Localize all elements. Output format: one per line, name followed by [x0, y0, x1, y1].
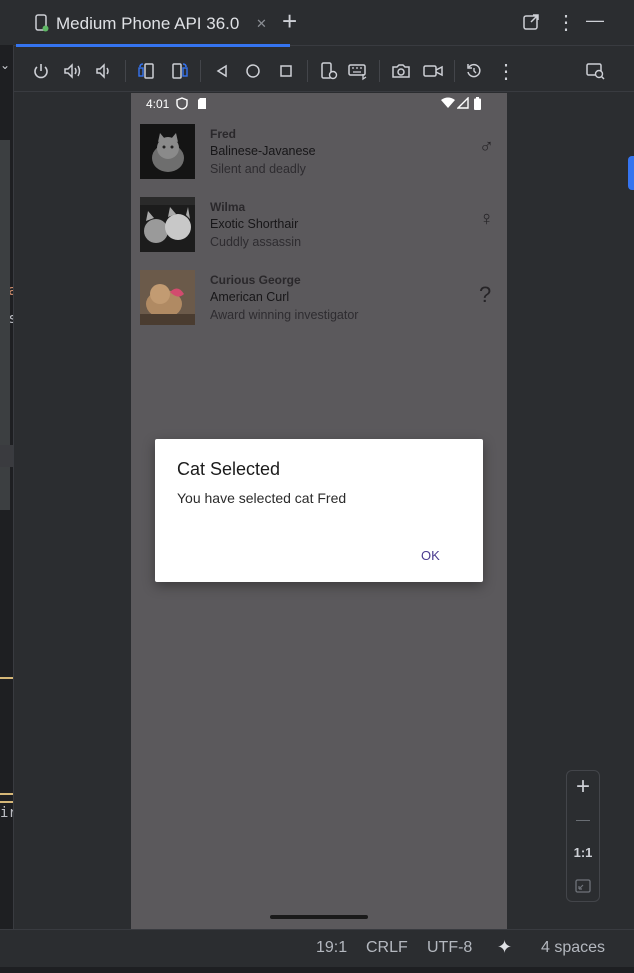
- cat-description: Award winning investigator: [210, 308, 359, 322]
- indent-setting[interactable]: 4 spaces: [541, 939, 605, 957]
- editor-marker: [0, 793, 13, 795]
- toolbar-separator: [454, 60, 455, 82]
- cat-photo: [140, 124, 195, 179]
- alert-dialog: Cat Selected You have selected cat Fred …: [155, 439, 483, 582]
- clock: 4:01: [146, 97, 170, 111]
- tab-bar: Medium Phone API 36.0 ✕ + ⋮ —: [14, 0, 634, 47]
- toolbar-separator: [125, 60, 126, 82]
- dialog-title: Cat Selected: [177, 459, 281, 479]
- zoom-out-icon[interactable]: —: [567, 807, 599, 831]
- chevron-icon[interactable]: ⌄: [0, 58, 12, 74]
- ide-status-bar: 19:1 CRLF UTF-8 ✦ 4 spaces: [0, 929, 634, 967]
- back-icon[interactable]: [211, 60, 233, 82]
- editor-line-highlight: [0, 445, 13, 467]
- minimize-icon[interactable]: —: [586, 10, 604, 31]
- external-link-icon[interactable]: [522, 13, 540, 31]
- cat-breed: Exotic Shorthair: [210, 217, 299, 231]
- cat-photo: [140, 270, 195, 325]
- zoom-actual-size-button[interactable]: 1:1: [567, 841, 599, 863]
- line-ending[interactable]: CRLF: [366, 939, 408, 957]
- battery-icon: [474, 97, 481, 113]
- ok-button[interactable]: OK: [421, 548, 440, 563]
- sd-card-icon: [197, 97, 207, 113]
- caret-position[interactable]: 19:1: [316, 939, 347, 957]
- device-manager-icon[interactable]: [585, 60, 607, 82]
- signal-icon: [456, 96, 469, 112]
- dialog-message: You have selected cat Fred: [177, 490, 347, 506]
- list-item[interactable]: Curious George American Curl Award winni…: [131, 270, 507, 334]
- toolbar-separator: [379, 60, 380, 82]
- cat-name: Wilma: [210, 200, 246, 214]
- phone-icon: [34, 14, 50, 32]
- ai-assistant-icon[interactable]: ✦: [497, 937, 512, 958]
- record-icon[interactable]: [422, 60, 444, 82]
- editor-marker: [0, 677, 13, 679]
- zoom-in-icon[interactable]: +: [567, 773, 599, 801]
- emulator-toolbar: ⋮: [14, 48, 634, 92]
- camera-icon[interactable]: [390, 60, 412, 82]
- tab-label: Medium Phone API 36.0: [56, 14, 240, 33]
- window-bottom-edge: [0, 967, 634, 973]
- keyboard-icon[interactable]: [347, 60, 369, 82]
- editor-marker: [0, 801, 13, 803]
- male-icon: ♂: [479, 136, 494, 158]
- cat-description: Silent and deadly: [210, 162, 306, 176]
- side-panel-toggle[interactable]: [628, 156, 634, 190]
- snapshot-icon[interactable]: [463, 60, 485, 82]
- cat-photo: [140, 197, 195, 252]
- code-fragment: ir: [0, 805, 13, 821]
- rotate-left-icon[interactable]: [136, 60, 158, 82]
- cat-name: Fred: [210, 127, 237, 141]
- more-vert-icon[interactable]: ⋮: [556, 10, 576, 35]
- female-icon: ♀: [479, 208, 494, 230]
- shield-icon: [176, 97, 188, 113]
- cat-breed: Balinese-Javanese: [210, 144, 316, 158]
- more-icon[interactable]: ⋮: [495, 60, 517, 83]
- device-settings-icon[interactable]: [318, 60, 340, 82]
- android-status-bar: 4:01: [131, 93, 507, 115]
- cat-name: Curious George: [210, 273, 301, 287]
- unknown-gender-icon: ?: [479, 282, 492, 307]
- volume-down-icon[interactable]: [93, 60, 115, 82]
- home-icon[interactable]: [242, 60, 264, 82]
- list-item[interactable]: Wilma Exotic Shorthair Cuddly assassin ♀: [131, 197, 507, 261]
- rotate-right-icon[interactable]: [168, 60, 190, 82]
- add-tab-icon[interactable]: +: [282, 6, 297, 36]
- gesture-nav-handle[interactable]: [270, 915, 368, 919]
- volume-up-icon[interactable]: [62, 60, 84, 82]
- tab-device[interactable]: Medium Phone API 36.0 ✕: [18, 0, 282, 46]
- toolbar-separator: [200, 60, 201, 82]
- list-item[interactable]: Fred Balinese-Javanese Silent and deadly…: [131, 124, 507, 188]
- editor-sliver: va is s ir: [0, 45, 14, 929]
- zoom-controls: + — 1:1: [566, 770, 600, 902]
- cat-breed: American Curl: [210, 290, 290, 304]
- zoom-fit-icon[interactable]: [567, 875, 599, 897]
- ide-window: va is s ir ⌄ Medium Phone API 36.0 ✕ + ⋮…: [0, 0, 634, 973]
- overview-icon[interactable]: [275, 60, 297, 82]
- file-encoding[interactable]: UTF-8: [427, 939, 472, 957]
- active-tab-indicator: [16, 44, 290, 47]
- close-icon[interactable]: ✕: [256, 16, 267, 32]
- wifi-icon: [441, 97, 455, 112]
- power-icon[interactable]: [30, 60, 52, 82]
- cat-description: Cuddly assassin: [210, 235, 302, 249]
- toolbar-separator: [307, 60, 308, 82]
